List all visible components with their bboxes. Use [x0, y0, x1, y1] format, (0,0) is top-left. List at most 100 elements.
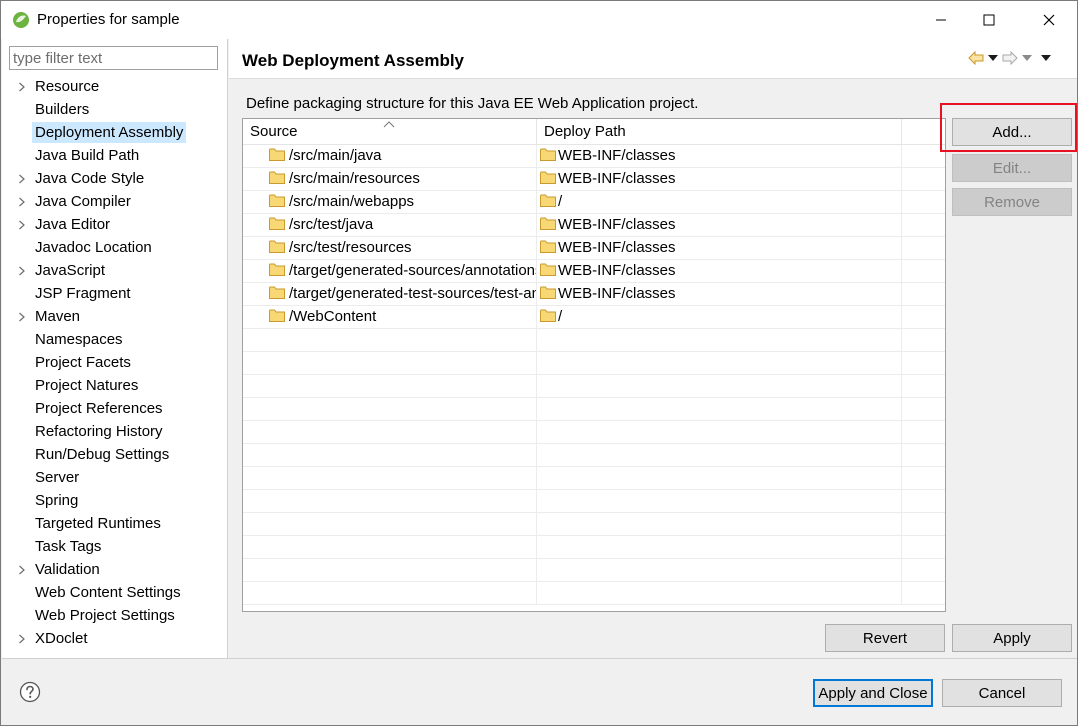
folder-icon: [269, 194, 285, 207]
deploy-path-cell: WEB-INF/classes: [537, 145, 902, 167]
chevron-right-icon[interactable]: [16, 558, 28, 581]
tree-item[interactable]: Javadoc Location: [2, 236, 228, 259]
tree-item-label: Spring: [35, 492, 79, 509]
back-dropdown-icon[interactable]: [986, 48, 1000, 68]
tree-item[interactable]: Refactoring History: [2, 420, 228, 443]
deploy-path: /: [558, 308, 563, 325]
empty-cell: [243, 352, 537, 374]
empty-table-row: [243, 329, 945, 352]
tree-item[interactable]: Java Build Path: [2, 144, 228, 167]
table-row[interactable]: /src/test/java WEB-INF/classes: [243, 214, 945, 237]
chevron-right-icon[interactable]: [16, 167, 28, 190]
edit-button[interactable]: Edit...: [952, 154, 1072, 182]
category-tree: Resource Builders Deployment Assembly Java …: [2, 75, 228, 650]
tree-item[interactable]: Targeted Runtimes: [2, 512, 228, 535]
table-row[interactable]: /target/generated-test-sources/test-anno…: [243, 283, 945, 306]
back-arrow-icon[interactable]: [967, 48, 985, 68]
close-button[interactable]: [1026, 1, 1072, 39]
tree-item[interactable]: Spring: [2, 489, 228, 512]
tree-item[interactable]: Validation: [2, 558, 228, 581]
column-header-deploy-path[interactable]: Deploy Path: [537, 119, 902, 145]
tree-item[interactable]: JavaScript: [2, 259, 228, 282]
window-title: Properties for sample: [37, 11, 180, 28]
tree-item[interactable]: Project Facets: [2, 351, 228, 374]
tree-item[interactable]: Java Code Style: [2, 167, 228, 190]
tree-item[interactable]: Run/Debug Settings: [2, 443, 228, 466]
cancel-button[interactable]: Cancel: [942, 679, 1062, 707]
deploy-path-cell: /: [537, 306, 902, 328]
tree-item[interactable]: Project References: [2, 397, 228, 420]
tree-item-label: Java Compiler: [35, 193, 131, 210]
filter-input[interactable]: [9, 46, 218, 70]
empty-cell: [243, 375, 537, 397]
source-path: /src/test/java: [289, 216, 374, 233]
empty-cell: [243, 536, 537, 558]
maximize-button[interactable]: [966, 1, 1012, 39]
folder-icon: [269, 148, 285, 161]
apply-button[interactable]: Apply: [952, 624, 1072, 652]
chevron-right-icon[interactable]: [16, 75, 28, 98]
column-header-source[interactable]: Source: [243, 119, 537, 145]
tree-item[interactable]: XDoclet: [2, 627, 228, 650]
table-row[interactable]: /src/main/webapps /: [243, 191, 945, 214]
tree-item[interactable]: Task Tags: [2, 535, 228, 558]
tree-item-label: Refactoring History: [35, 423, 163, 440]
forward-arrow-icon: [1001, 48, 1019, 68]
tree-item-label: JavaScript: [35, 262, 106, 279]
folder-icon: [540, 309, 556, 322]
chevron-right-icon[interactable]: [16, 259, 28, 282]
folder-icon: [269, 171, 285, 184]
chevron-right-icon[interactable]: [16, 627, 28, 650]
table-body: /src/main/java WEB-INF/classes/src/main/r…: [243, 145, 945, 605]
table-row[interactable]: /target/generated-sources/annotations WEB…: [243, 260, 945, 283]
tree-item[interactable]: Project Natures: [2, 374, 228, 397]
tree-item-label: Run/Debug Settings: [35, 446, 170, 463]
minimize-button[interactable]: [918, 1, 964, 39]
tree-item[interactable]: Java Compiler: [2, 190, 228, 213]
tree-item[interactable]: Web Content Settings: [2, 581, 228, 604]
tree-item[interactable]: Maven: [2, 305, 228, 328]
table-row[interactable]: /src/test/resources WEB-INF/classes: [243, 237, 945, 260]
deploy-path-cell: /: [537, 191, 902, 213]
deploy-path: WEB-INF/classes: [558, 170, 676, 187]
table-row[interactable]: /src/main/java WEB-INF/classes: [243, 145, 945, 168]
empty-cell: [537, 444, 902, 466]
empty-cell: [537, 467, 902, 489]
empty-cell: [243, 582, 537, 604]
table-row[interactable]: /WebContent /: [243, 306, 945, 329]
tree-item[interactable]: Builders: [2, 98, 228, 121]
empty-table-row: [243, 352, 945, 375]
tree-item-label: Task Tags: [35, 538, 102, 555]
empty-cell: [537, 490, 902, 512]
chevron-right-icon[interactable]: [16, 213, 28, 236]
tree-item[interactable]: Deployment Assembly: [2, 121, 228, 144]
empty-cell: [537, 352, 902, 374]
empty-table-row: [243, 559, 945, 582]
deploy-path: WEB-INF/classes: [558, 216, 676, 233]
filler-cell: [902, 260, 945, 282]
table-row[interactable]: /src/main/resources WEB-INF/classes: [243, 168, 945, 191]
remove-button[interactable]: Remove: [952, 188, 1072, 216]
tree-item[interactable]: Server: [2, 466, 228, 489]
help-icon[interactable]: [19, 681, 41, 703]
view-menu-icon[interactable]: [1039, 48, 1053, 68]
tree-item[interactable]: JSP Fragment: [2, 282, 228, 305]
tree-item-label: Validation: [35, 561, 100, 578]
chevron-right-icon[interactable]: [16, 305, 28, 328]
property-page: Web Deployment Assembly Define packaging…: [229, 39, 1077, 658]
close-icon: [1043, 14, 1055, 26]
add-button[interactable]: Add...: [952, 118, 1072, 146]
tree-item-label: Resource: [35, 78, 100, 95]
page-description: Define packaging structure for this Java…: [246, 95, 699, 112]
category-pane: Resource Builders Deployment Assembly Java …: [2, 39, 228, 658]
chevron-right-icon[interactable]: [16, 190, 28, 213]
revert-button[interactable]: Revert: [825, 624, 945, 652]
table-header: Source Deploy Path: [243, 119, 945, 145]
apply-and-close-button[interactable]: Apply and Close: [813, 679, 933, 707]
tree-item-label: Server: [35, 469, 80, 486]
tree-item[interactable]: Web Project Settings: [2, 604, 228, 627]
source-cell: /target/generated-test-sources/test-anno…: [243, 283, 537, 305]
tree-item[interactable]: Namespaces: [2, 328, 228, 351]
tree-item[interactable]: Java Editor: [2, 213, 228, 236]
tree-item[interactable]: Resource: [2, 75, 228, 98]
